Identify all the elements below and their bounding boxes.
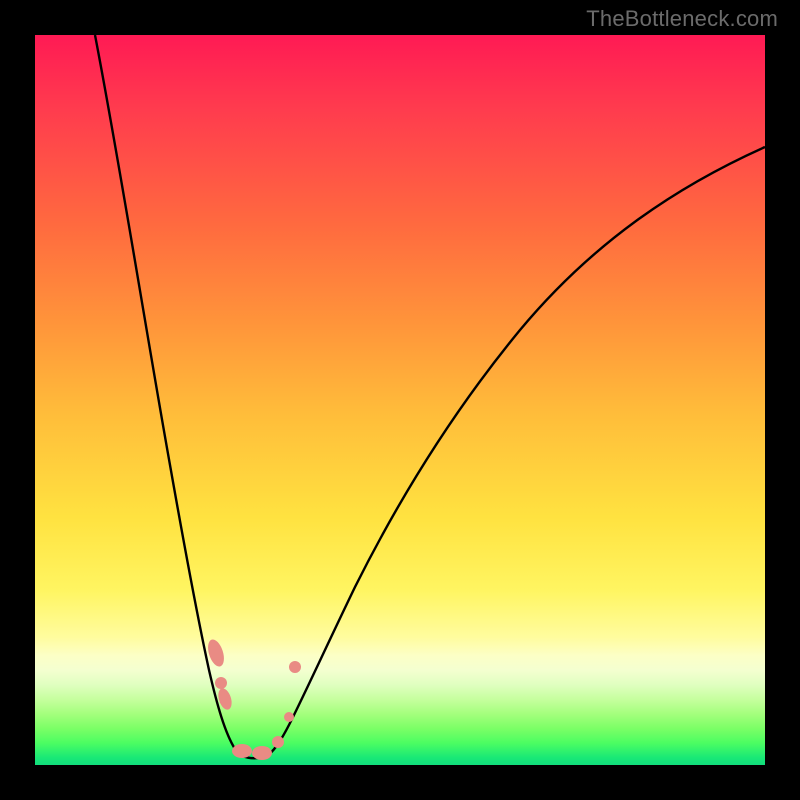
curve-right-branch: [265, 147, 765, 757]
marker-icon: [272, 736, 284, 748]
marker-icon: [232, 744, 252, 758]
marker-icon: [284, 712, 294, 722]
watermark-text: TheBottleneck.com: [586, 6, 778, 32]
curve-left-branch: [95, 35, 247, 757]
chart-frame: TheBottleneck.com: [0, 0, 800, 800]
marker-group: [205, 638, 301, 760]
marker-icon: [289, 661, 301, 673]
curve-layer: [35, 35, 765, 765]
marker-icon: [215, 677, 227, 689]
marker-icon: [252, 746, 272, 760]
plot-area: [35, 35, 765, 765]
